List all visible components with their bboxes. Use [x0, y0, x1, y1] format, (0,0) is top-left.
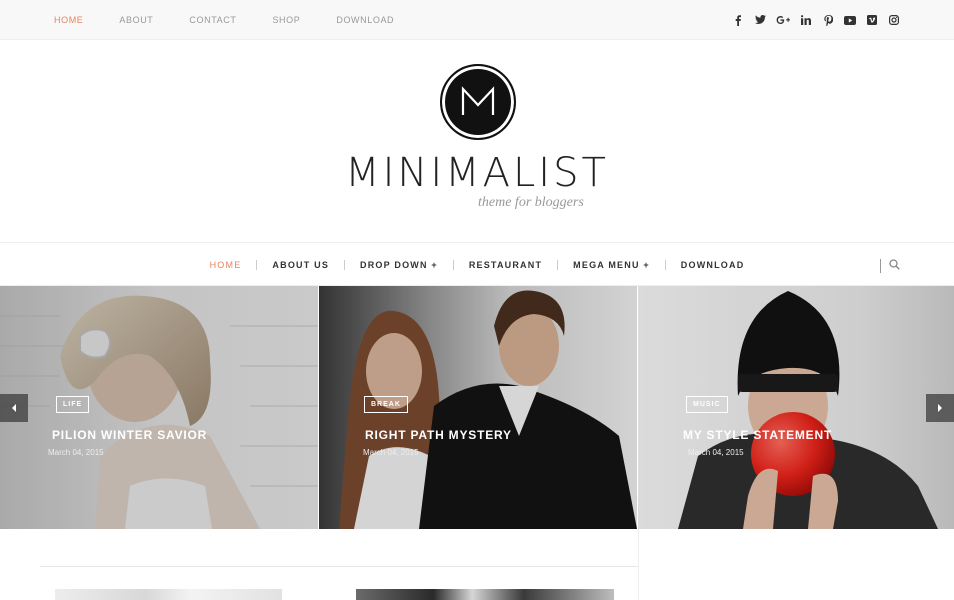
slide-image	[0, 286, 318, 529]
slide[interactable]: Music MY STYLE STATEMENT March 04, 2015	[638, 286, 954, 529]
slide-date: March 04, 2015	[48, 448, 104, 457]
pinterest-icon[interactable]	[822, 14, 834, 26]
slider-prev-button[interactable]	[0, 394, 28, 422]
slide-date: March 04, 2015	[688, 448, 744, 457]
top-bar: HOME ABOUT CONTACT SHOP DOWNLOAD	[0, 0, 954, 40]
slide-category-badge[interactable]: BREAK	[364, 396, 408, 413]
main-nav: HOME ABOUT US DROP DOWN + RESTAURANT MEG…	[0, 242, 954, 286]
linkedin-icon[interactable]	[800, 14, 812, 26]
top-nav-contact[interactable]: CONTACT	[189, 15, 236, 25]
slide-title[interactable]: MY STYLE STATEMENT	[683, 428, 832, 442]
slide-title[interactable]: RIGHT PATH MYSTERY	[365, 428, 512, 442]
sidebar-border	[638, 529, 639, 600]
search-icon[interactable]	[889, 257, 900, 275]
logo-icon[interactable]	[440, 64, 516, 140]
nav-search	[880, 257, 900, 275]
youtube-icon[interactable]	[844, 14, 856, 26]
slide-title[interactable]: PILION WINTER SAVIOR	[52, 428, 207, 442]
instagram-icon[interactable]	[888, 14, 900, 26]
nav-mega-menu[interactable]: MEGA MENU +	[558, 260, 665, 270]
chevron-left-icon	[12, 404, 16, 412]
vimeo-icon[interactable]	[866, 14, 878, 26]
nav-download[interactable]: DOWNLOAD	[666, 260, 760, 270]
top-nav-home[interactable]: HOME	[54, 15, 83, 25]
slider-next-button[interactable]	[926, 394, 954, 422]
slide[interactable]: Life PILION WINTER SAVIOR March 04, 2015	[0, 286, 318, 529]
slide-category-badge[interactable]: Music	[686, 396, 728, 413]
post-thumbnail[interactable]	[55, 589, 282, 600]
featured-slider: Life PILION WINTER SAVIOR March 04, 2015…	[0, 286, 954, 529]
top-nav-shop[interactable]: SHOP	[272, 15, 300, 25]
slide-category-badge[interactable]: Life	[56, 396, 90, 413]
site-title[interactable]: MINIMALIST	[0, 150, 954, 196]
twitter-icon[interactable]	[754, 14, 766, 26]
nav-about-us[interactable]: ABOUT US	[257, 260, 344, 270]
nav-restaurant[interactable]: RESTAURANT	[454, 260, 557, 270]
top-nav-download[interactable]: DOWNLOAD	[336, 15, 394, 25]
top-nav-about[interactable]: ABOUT	[119, 15, 153, 25]
slide[interactable]: BREAK RIGHT PATH MYSTERY March 04, 2015	[319, 286, 637, 529]
facebook-icon[interactable]	[732, 14, 744, 26]
social-icons	[732, 0, 900, 40]
content-divider	[40, 566, 638, 567]
top-nav: HOME ABOUT CONTACT SHOP DOWNLOAD	[54, 0, 430, 40]
google-plus-icon[interactable]	[776, 14, 790, 26]
search-divider	[880, 259, 881, 273]
chevron-right-icon	[938, 404, 942, 412]
site-tagline: theme for bloggers	[478, 195, 584, 210]
slide-date: March 04, 2015	[363, 448, 419, 457]
nav-drop-down[interactable]: DROP DOWN +	[345, 260, 453, 270]
site-header: MINIMALIST theme for bloggers	[0, 40, 954, 242]
post-thumbnail[interactable]	[356, 589, 614, 600]
nav-home[interactable]: HOME	[195, 260, 257, 270]
